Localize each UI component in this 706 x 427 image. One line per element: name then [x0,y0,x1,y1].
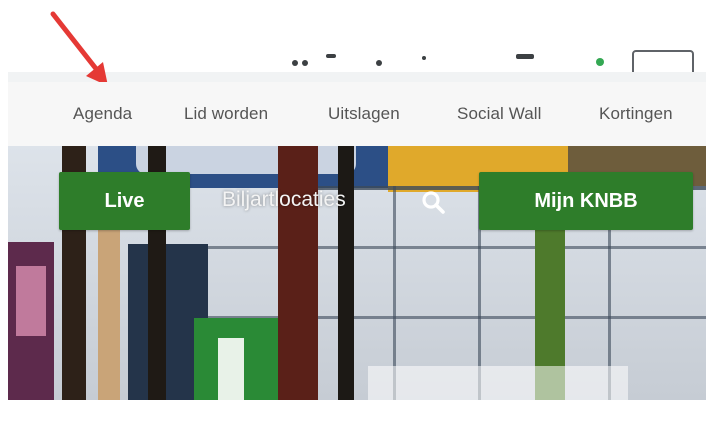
nav-item-kortingen[interactable]: Kortingen [599,104,673,124]
nav-item-uitslagen[interactable]: Uitslagen [328,104,400,124]
search-icon[interactable] [420,189,446,215]
nav-item-social-wall[interactable]: Social Wall [457,104,542,124]
nav-item-lid-worden[interactable]: Lid worden [184,104,268,124]
nav-item-agenda[interactable]: Agenda [73,104,132,124]
mijn-knbb-button[interactable]: Mijn KNBB [479,172,693,230]
biljartlocaties-link[interactable]: Biljartlocaties [222,188,346,212]
main-nav: Agenda Lid worden Uitslagen Social Wall … [8,82,706,146]
live-button[interactable]: Live [59,172,190,230]
page-bottom-margin [0,400,706,427]
